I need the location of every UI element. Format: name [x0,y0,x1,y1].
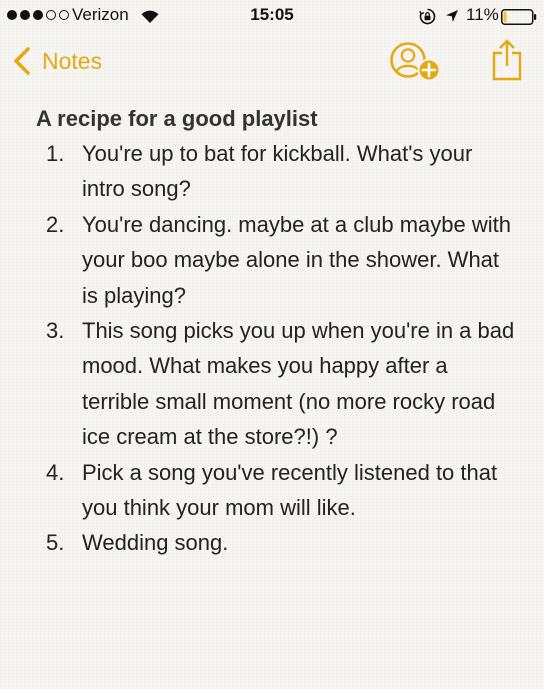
list-item-number: 1. [46,141,65,166]
list-item: 2. You're dancing. maybe at a club maybe… [36,207,516,313]
list-item-number: 4. [46,459,65,485]
rotation-lock-icon [419,8,436,25]
share-icon [492,39,522,81]
list-item-text: You're dancing. maybe at a club maybe wi… [82,211,511,308]
battery-percentage: 11% [466,5,499,24]
note-title: A recipe for a good playlist [36,106,318,131]
numbered-list: 1. You're up to bat for kickball. What's… [36,136,516,561]
list-item-number: 3. [46,318,65,344]
back-button[interactable]: Notes [12,44,102,78]
status-bar: Verizon 15:05 11% [0,0,544,34]
clock: 15:05 [250,5,294,24]
list-item-text: You're up to bat for kickball. What's yo… [82,141,473,202]
list-item: 1. You're up to bat for kickball. What's… [36,136,516,207]
chevron-left-icon [14,47,30,75]
plus-badge-icon [417,58,441,82]
list-item-text: Wedding song. [82,530,229,556]
list-item: 4. Pick a song you've recently listened … [36,455,516,526]
add-people-button[interactable] [389,39,443,83]
share-button[interactable] [490,38,524,82]
list-item-number: 5. [46,530,65,556]
back-button-label: Notes [42,47,103,74]
location-arrow-icon [446,10,458,22]
note-content[interactable]: A recipe for a good playlist 1. You're u… [36,102,516,561]
list-item-text: Pick a song you've recently listened to … [82,459,498,521]
list-item: 3. This song picks you up when you're in… [36,313,516,455]
list-item: 5. Wedding song. [36,525,516,560]
battery-icon [501,9,537,25]
navigation-bar: Notes [0,34,544,88]
list-item-number: 2. [46,211,65,237]
list-item-text: This song picks you up when you're in a … [82,318,515,450]
